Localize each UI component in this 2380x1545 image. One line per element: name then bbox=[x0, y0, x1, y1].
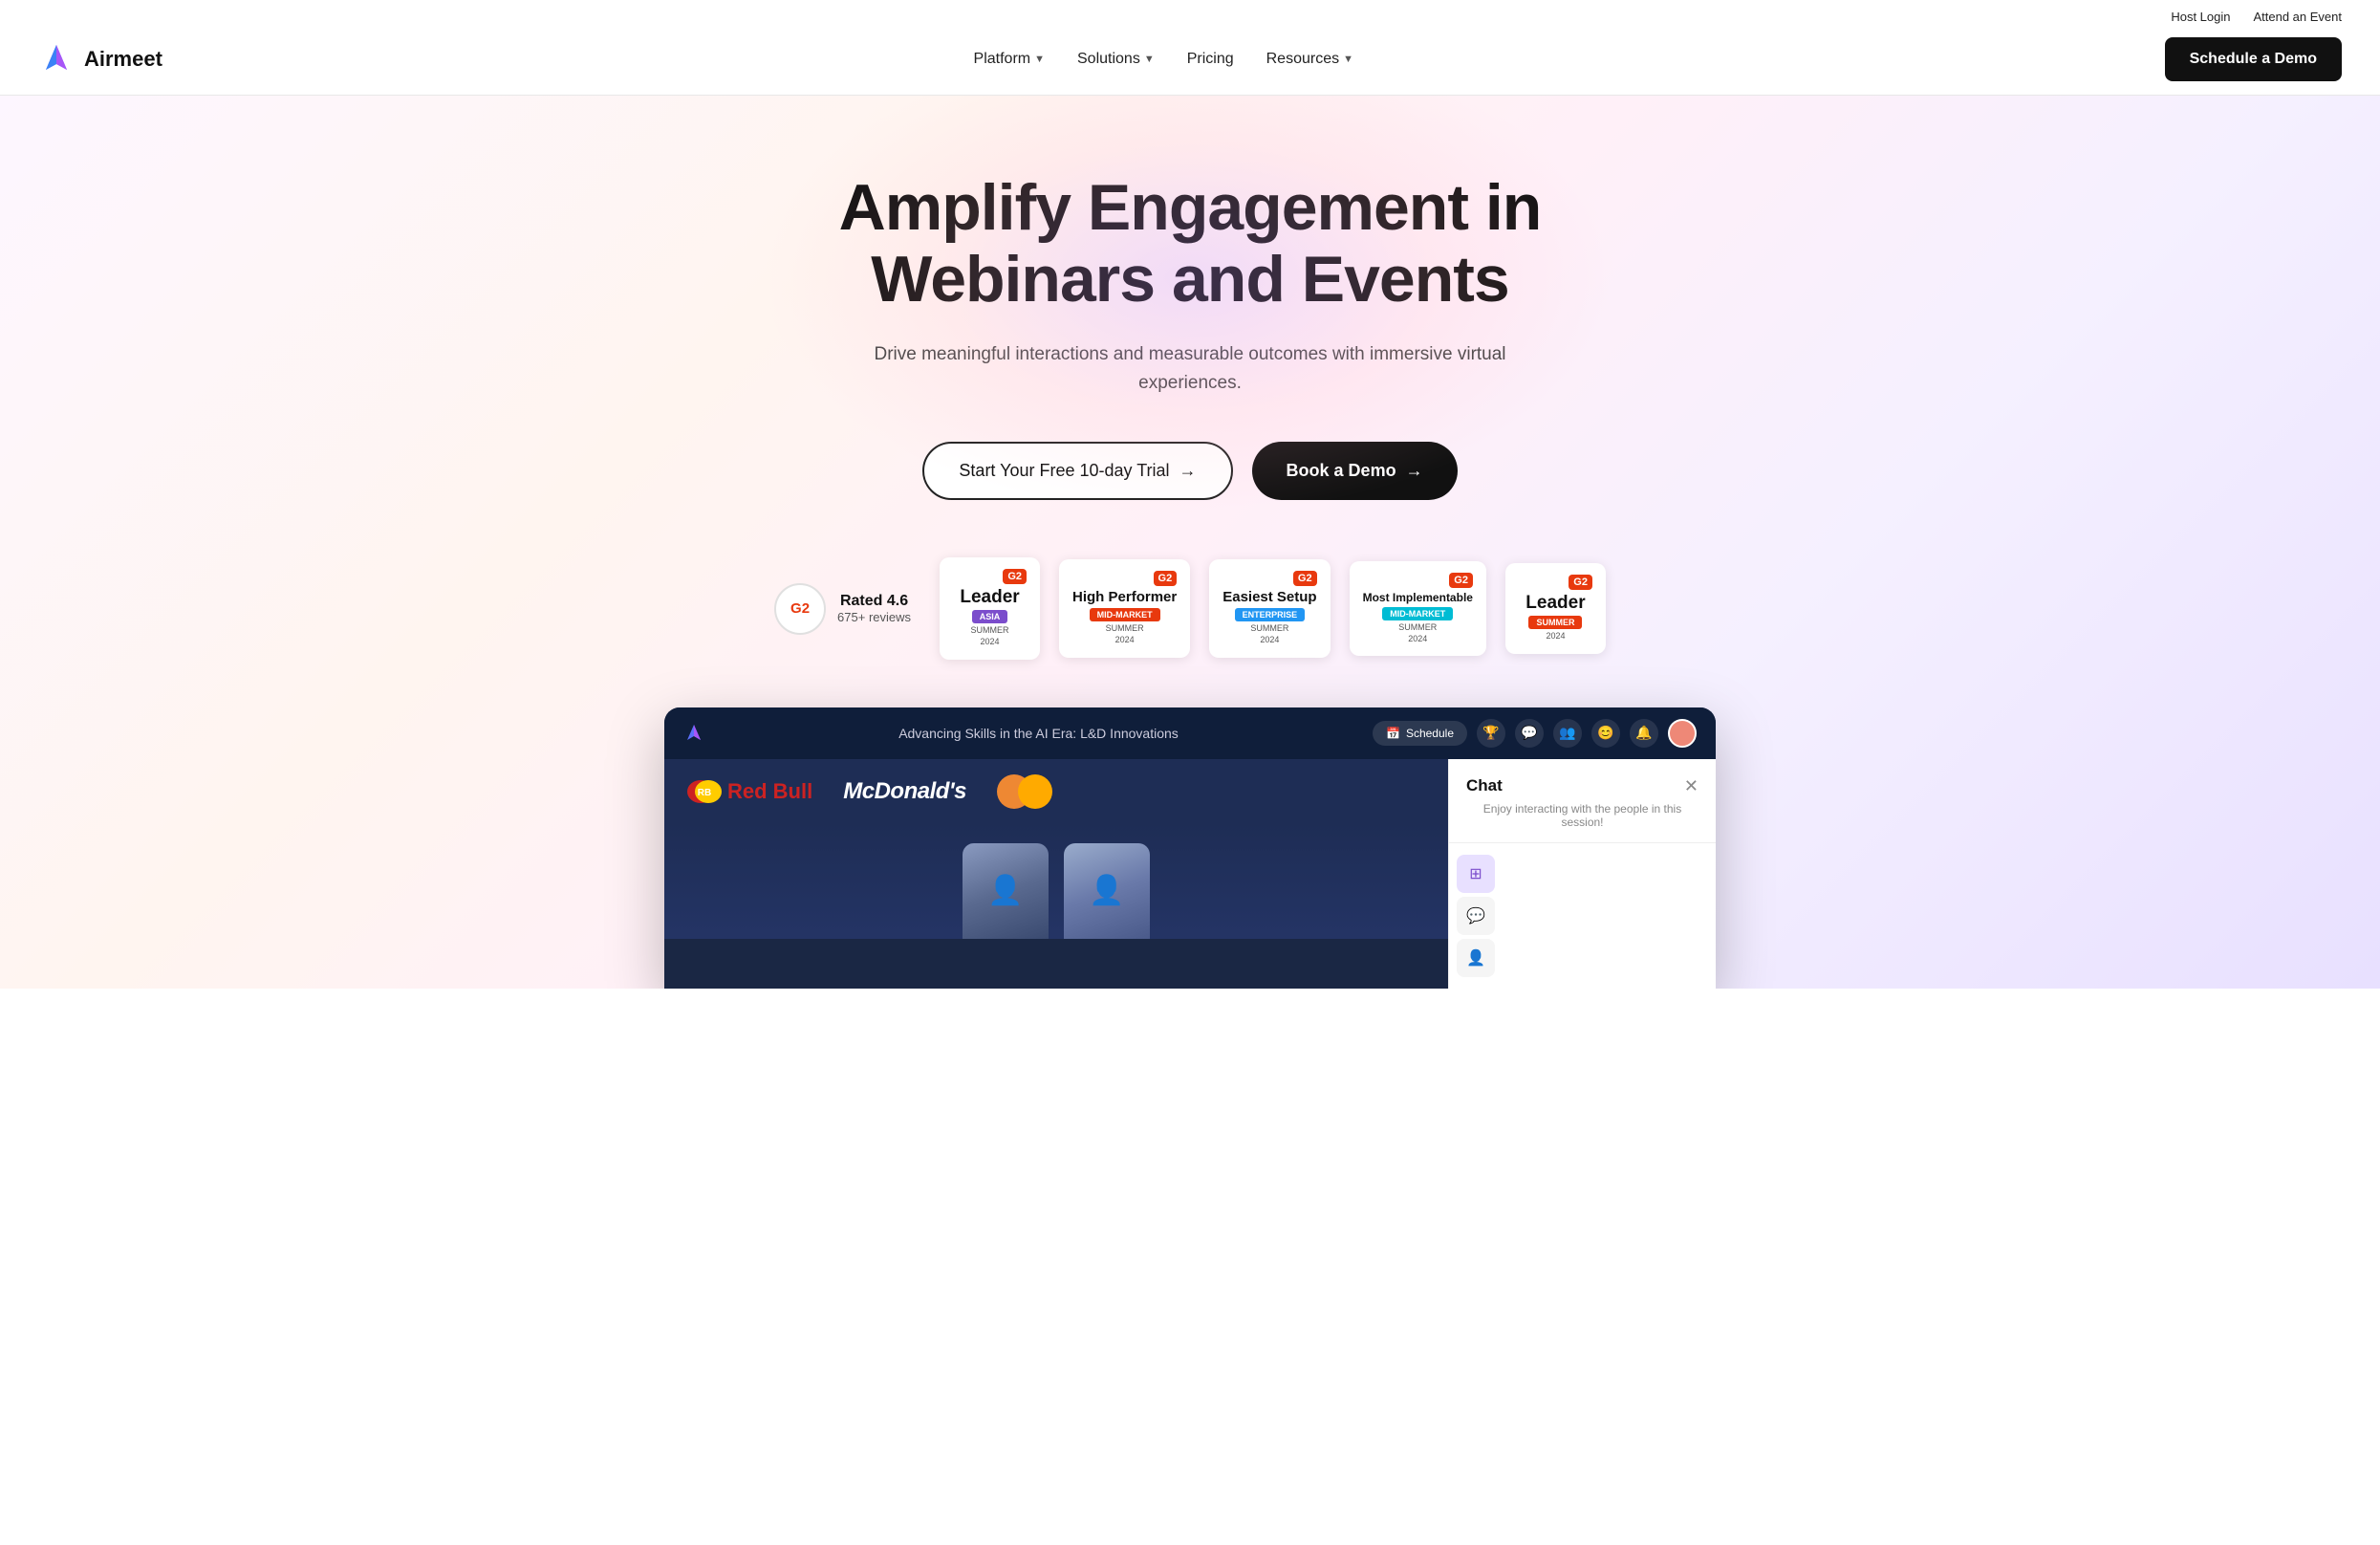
mastercard-sponsor bbox=[997, 774, 1052, 809]
speaker-thumb-2: 👤 bbox=[1064, 843, 1150, 939]
preview-logo bbox=[683, 723, 704, 744]
preview-main-content: RB Red Bull McDonald's bbox=[664, 759, 1448, 989]
badge-most-implementable: G2 Most Implementable Mid-Market SUMMER2… bbox=[1350, 561, 1486, 656]
g2-badge-icon: G2 bbox=[1569, 575, 1592, 590]
badge-season: SUMMER2024 bbox=[1106, 623, 1144, 645]
attend-event-link[interactable]: Attend an Event bbox=[2253, 10, 2342, 24]
host-login-link[interactable]: Host Login bbox=[2171, 10, 2230, 24]
chat-icon-btn[interactable]: 💬 bbox=[1515, 719, 1544, 748]
airmeet-logo-icon bbox=[38, 41, 75, 77]
redbull-text: Red Bull bbox=[727, 779, 812, 804]
mastercard-circle-yellow bbox=[1018, 774, 1052, 809]
g2-circle: G2 bbox=[774, 583, 826, 635]
speaker-avatar-2: 👤 bbox=[1064, 843, 1150, 939]
badge-title: Easiest Setup bbox=[1222, 590, 1316, 604]
logo-text: Airmeet bbox=[84, 47, 162, 72]
calendar-icon: 📅 bbox=[1386, 727, 1400, 740]
sidebar-tool-icons: ⊞ 💬 👤 bbox=[1449, 843, 1716, 989]
svg-text:RB: RB bbox=[698, 788, 711, 798]
schedule-demo-button[interactable]: Schedule a Demo bbox=[2165, 37, 2342, 81]
close-icon[interactable]: ✕ bbox=[1684, 776, 1698, 796]
airmeet-small-logo-icon bbox=[683, 723, 704, 744]
book-demo-button[interactable]: Book a Demo → bbox=[1252, 442, 1458, 500]
chat-bubble-icon-btn[interactable]: 💬 bbox=[1457, 897, 1495, 935]
badge-title: High Performer bbox=[1072, 590, 1177, 604]
hero-section: Amplify Engagement in Webinars and Event… bbox=[0, 96, 2380, 989]
people-icon-btn[interactable]: 👥 bbox=[1553, 719, 1582, 748]
chevron-down-icon: ▼ bbox=[1343, 54, 1353, 65]
redbull-logo-icon: RB bbox=[687, 780, 722, 803]
hero-title: Amplify Engagement in Webinars and Event… bbox=[779, 172, 1601, 316]
g2-rating-value: Rated 4.6 bbox=[837, 593, 911, 610]
arrow-icon: → bbox=[1179, 461, 1197, 481]
nav-platform[interactable]: Platform ▼ bbox=[961, 43, 1058, 76]
nav-links: Platform ▼ Solutions ▼ Pricing Resources… bbox=[961, 43, 1367, 76]
badge-category: Mid-Market bbox=[1382, 607, 1453, 620]
bell-icon-btn[interactable]: 🔔 bbox=[1630, 719, 1658, 748]
nav-solutions[interactable]: Solutions ▼ bbox=[1064, 43, 1168, 76]
preview-schedule-button[interactable]: 📅 Schedule bbox=[1373, 721, 1467, 746]
badge-title: Leader bbox=[1525, 594, 1585, 612]
g2-badge-icon: G2 bbox=[1449, 573, 1473, 588]
chat-subtitle: Enjoy interacting with the people in thi… bbox=[1449, 802, 1716, 843]
preview-sponsors: RB Red Bull McDonald's bbox=[664, 759, 1448, 824]
free-trial-button[interactable]: Start Your Free 10-day Trial → bbox=[922, 442, 1232, 500]
badge-category: Enterprise bbox=[1235, 608, 1306, 621]
chat-header: Chat ✕ bbox=[1449, 759, 1716, 802]
badge-season: SUMMER2024 bbox=[1398, 622, 1437, 644]
badge-leader-asia: G2 Leader Asia SUMMER2024 bbox=[940, 557, 1040, 659]
g2-badge-icon: G2 bbox=[1293, 571, 1317, 586]
redbull-sponsor: RB Red Bull bbox=[687, 779, 812, 804]
product-preview: Advancing Skills in the AI Era: L&D Inno… bbox=[664, 707, 1716, 989]
g2-badge-icon: G2 bbox=[1154, 571, 1178, 586]
chat-title: Chat bbox=[1466, 776, 1503, 795]
chevron-down-icon: ▼ bbox=[1034, 54, 1045, 65]
badge-leader-summer: G2 Leader SUMMER 2024 bbox=[1505, 563, 1606, 654]
badge-category: Asia bbox=[972, 610, 1008, 623]
preview-topbar: Advancing Skills in the AI Era: L&D Inno… bbox=[664, 707, 1716, 759]
speaker-thumb-1: 👤 bbox=[963, 843, 1049, 939]
trophy-icon-btn[interactable]: 🏆 bbox=[1477, 719, 1505, 748]
preview-icons: 📅 Schedule 🏆 💬 👥 😊 🔔 bbox=[1373, 719, 1697, 748]
badge-easiest-setup: G2 Easiest Setup Enterprise SUMMER2024 bbox=[1209, 559, 1330, 657]
g2-reviews-count: 675+ reviews bbox=[837, 610, 911, 624]
chevron-down-icon: ▼ bbox=[1144, 54, 1155, 65]
nav-resources[interactable]: Resources ▼ bbox=[1253, 43, 1367, 76]
g2-text: Rated 4.6 675+ reviews bbox=[837, 593, 911, 624]
emoji-icon-btn[interactable]: 😊 bbox=[1591, 719, 1620, 748]
preview-speakers: 👤 👤 bbox=[664, 824, 1448, 939]
nav-pricing[interactable]: Pricing bbox=[1174, 43, 1247, 76]
badge-title: Leader bbox=[960, 588, 1019, 606]
arrow-icon: → bbox=[1406, 461, 1423, 481]
hero-buttons: Start Your Free 10-day Trial → Book a De… bbox=[38, 442, 2342, 500]
badge-category: Mid-Market bbox=[1090, 608, 1160, 621]
badge-high-performer: G2 High Performer Mid-Market SUMMER2024 bbox=[1059, 559, 1190, 657]
badge-season: SUMMER2024 bbox=[971, 625, 1009, 647]
speaker-avatar-1: 👤 bbox=[963, 843, 1049, 939]
main-nav: Airmeet Platform ▼ Solutions ▼ Pricing R… bbox=[0, 28, 2380, 96]
badge-season: 2024 bbox=[1546, 631, 1565, 642]
mcdonalds-text: McDonald's bbox=[843, 778, 966, 804]
badge-title: Most Implementable bbox=[1363, 592, 1473, 603]
preview-body: RB Red Bull McDonald's bbox=[664, 759, 1716, 989]
badge-season: SUMMER2024 bbox=[1250, 623, 1288, 645]
g2-badge-icon: G2 bbox=[1003, 569, 1027, 584]
badges-row: G2 Rated 4.6 675+ reviews G2 Leader Asia… bbox=[38, 557, 2342, 659]
badge-category: SUMMER bbox=[1528, 616, 1582, 629]
preview-chat-sidebar: Chat ✕ Enjoy interacting with the people… bbox=[1448, 759, 1716, 989]
grid-icon-btn[interactable]: ⊞ bbox=[1457, 855, 1495, 893]
g2-rating: G2 Rated 4.6 675+ reviews bbox=[774, 583, 911, 635]
mcdonalds-sponsor: McDonald's bbox=[843, 778, 966, 805]
hero-subtitle: Drive meaningful interactions and measur… bbox=[865, 340, 1515, 399]
user-avatar bbox=[1668, 719, 1697, 748]
person-icon-btn[interactable]: 👤 bbox=[1457, 939, 1495, 977]
preview-window: Advancing Skills in the AI Era: L&D Inno… bbox=[664, 707, 1716, 989]
logo-link[interactable]: Airmeet bbox=[38, 41, 162, 77]
top-bar: Host Login Attend an Event bbox=[0, 0, 2380, 28]
preview-session-title: Advancing Skills in the AI Era: L&D Inno… bbox=[720, 726, 1357, 741]
